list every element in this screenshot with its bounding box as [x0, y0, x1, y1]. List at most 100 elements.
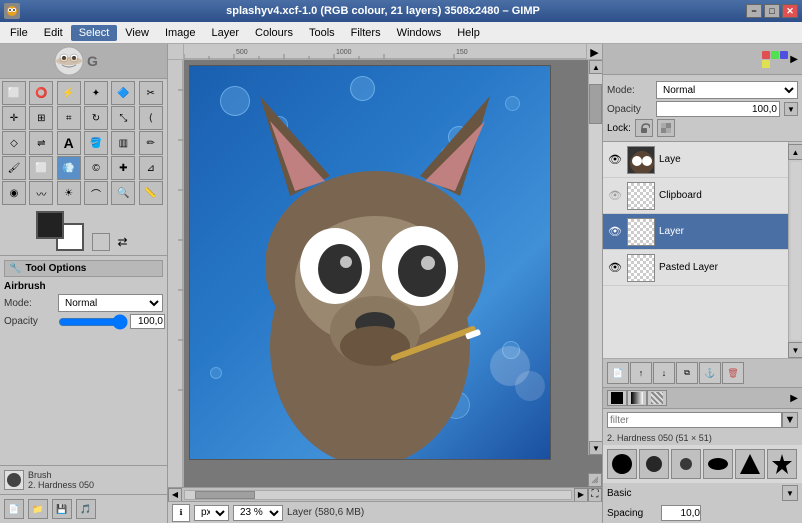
- tool-scale[interactable]: ⤡: [111, 106, 135, 130]
- tool-bucket[interactable]: 🪣: [84, 131, 108, 155]
- open-image-btn[interactable]: 📁: [28, 499, 48, 519]
- menu-filters[interactable]: Filters: [343, 25, 389, 41]
- close-button[interactable]: ✕: [782, 4, 798, 18]
- menu-windows[interactable]: Windows: [389, 25, 450, 41]
- tool-path[interactable]: ⌒: [84, 181, 108, 205]
- brushes-panel-btn[interactable]: ▶: [790, 393, 798, 404]
- menu-select[interactable]: Select: [71, 25, 118, 41]
- preset-expand-btn[interactable]: ▼: [782, 485, 798, 501]
- layer-item-3[interactable]: 👁 Layer: [603, 214, 788, 250]
- brush-5[interactable]: [735, 449, 765, 479]
- new-image-btn[interactable]: 📄: [4, 499, 24, 519]
- ruler-scroll-btn[interactable]: ▶: [586, 44, 602, 60]
- menu-file[interactable]: File: [2, 25, 36, 41]
- vscroll-down[interactable]: ▼: [589, 441, 602, 455]
- unit-select[interactable]: px: [194, 505, 229, 521]
- delete-layer-btn[interactable]: 🗑: [722, 362, 744, 384]
- layer-item-2[interactable]: 👁 Clipboard: [603, 178, 788, 214]
- new-layer-btn[interactable]: 📄: [607, 362, 629, 384]
- tool-options-header[interactable]: 🔧 Tool Options: [4, 260, 163, 277]
- anchor-layer-btn[interactable]: ⚓: [699, 362, 721, 384]
- tool-airbrush[interactable]: 💨: [57, 156, 81, 180]
- tool-clone[interactable]: ©: [84, 156, 108, 180]
- tool-pencil[interactable]: ✏: [139, 131, 163, 155]
- tool-rect-select[interactable]: ⬜: [2, 81, 26, 105]
- tool-perspective[interactable]: ◇: [2, 131, 26, 155]
- layer-visibility-3[interactable]: 👁: [607, 224, 623, 240]
- brush-black-tab[interactable]: [607, 390, 627, 406]
- duplicate-layer-btn[interactable]: ⧉: [676, 362, 698, 384]
- brush-3[interactable]: [671, 449, 701, 479]
- layer-item-1[interactable]: 👁 Laye: [603, 142, 788, 178]
- hscroll-thumb[interactable]: [195, 491, 255, 499]
- swap-colors-icon[interactable]: ⇄: [114, 233, 132, 251]
- tool-dodge[interactable]: ☀: [57, 181, 81, 205]
- menu-edit[interactable]: Edit: [36, 25, 71, 41]
- lock-pixels-btn[interactable]: [635, 119, 653, 137]
- raise-layer-btn[interactable]: ↑: [630, 362, 652, 384]
- zoom-select[interactable]: 23 %: [233, 505, 283, 521]
- mode-select[interactable]: Normal: [58, 294, 163, 312]
- brush-1[interactable]: [607, 449, 637, 479]
- tool-perspective-clone[interactable]: ⊿: [139, 156, 163, 180]
- save-image-btn[interactable]: 💾: [52, 499, 72, 519]
- maximize-button[interactable]: □: [764, 4, 780, 18]
- fullscreen-btn[interactable]: ⛶: [588, 488, 602, 502]
- vscroll-track[interactable]: [589, 74, 602, 441]
- tool-colorpicker[interactable]: 🔍: [111, 181, 135, 205]
- hscroll-track[interactable]: [184, 490, 572, 500]
- tool-shear[interactable]: ⟨: [139, 106, 163, 130]
- tool-color-select[interactable]: 🔷: [111, 81, 135, 105]
- layer-visibility-1[interactable]: 👁: [607, 152, 623, 168]
- tool-flip[interactable]: ⇌: [29, 131, 53, 155]
- layer-mode-select[interactable]: Normal: [656, 81, 798, 99]
- vscroll-thumb[interactable]: [589, 84, 602, 124]
- lock-alpha-btn[interactable]: [657, 119, 675, 137]
- tool-smudge[interactable]: 〰: [29, 181, 53, 205]
- menu-colours[interactable]: Colours: [247, 25, 301, 41]
- tool-blur[interactable]: ◉: [2, 181, 26, 205]
- brush-pattern-tab[interactable]: [647, 390, 667, 406]
- tool-paintbrush[interactable]: 🖌: [2, 156, 26, 180]
- resize-corner[interactable]: [588, 473, 602, 487]
- tool-crop[interactable]: ⌗: [57, 106, 81, 130]
- tool-ellipse-select[interactable]: ⭕: [29, 81, 53, 105]
- opacity-slider[interactable]: [58, 316, 128, 328]
- export-btn[interactable]: 🎵: [76, 499, 96, 519]
- brushes-filter-input[interactable]: [607, 412, 782, 428]
- spacing-input[interactable]: [661, 505, 701, 521]
- transparency-icon[interactable]: [92, 233, 110, 251]
- hscroll-left[interactable]: ◀: [168, 488, 182, 502]
- layers-scroll-down[interactable]: ▼: [788, 342, 802, 358]
- canvas-info-btn[interactable]: ℹ: [172, 504, 190, 522]
- layer-item-4[interactable]: 👁 Pasted Layer: [603, 250, 788, 286]
- canvas-scroll-area[interactable]: ▲ ▼: [184, 60, 602, 487]
- opacity-input-right[interactable]: [656, 101, 780, 117]
- layer-visibility-4[interactable]: 👁: [607, 260, 623, 276]
- menu-tools[interactable]: Tools: [301, 25, 343, 41]
- tool-free-select[interactable]: ⚡: [57, 81, 81, 105]
- tool-eraser[interactable]: ⬜: [29, 156, 53, 180]
- minimize-button[interactable]: −: [746, 4, 762, 18]
- tool-text[interactable]: A: [57, 131, 81, 155]
- layer-visibility-2[interactable]: 👁: [607, 188, 623, 204]
- lower-layer-btn[interactable]: ↓: [653, 362, 675, 384]
- tool-move[interactable]: ✛: [2, 106, 26, 130]
- brush-2[interactable]: [639, 449, 669, 479]
- foreground-color[interactable]: [36, 211, 64, 239]
- tool-measure[interactable]: 📏: [139, 181, 163, 205]
- tool-heal[interactable]: ✚: [111, 156, 135, 180]
- hscroll-right[interactable]: ▶: [574, 488, 588, 502]
- brushes-filter-expand[interactable]: ▼: [782, 412, 798, 428]
- opacity-expand-btn[interactable]: ▼: [784, 102, 798, 116]
- vscroll-up[interactable]: ▲: [589, 60, 602, 74]
- panel-menu-btn[interactable]: ▶: [790, 54, 798, 65]
- menu-help[interactable]: Help: [449, 25, 488, 41]
- brush-4[interactable]: [703, 449, 733, 479]
- menu-view[interactable]: View: [117, 25, 157, 41]
- layers-scroll-up[interactable]: ▲: [788, 144, 802, 160]
- menu-layer[interactable]: Layer: [204, 25, 248, 41]
- tool-fuzzy-select[interactable]: ✦: [84, 81, 108, 105]
- tool-scissors[interactable]: ✂: [139, 81, 163, 105]
- brush-6[interactable]: [767, 449, 797, 479]
